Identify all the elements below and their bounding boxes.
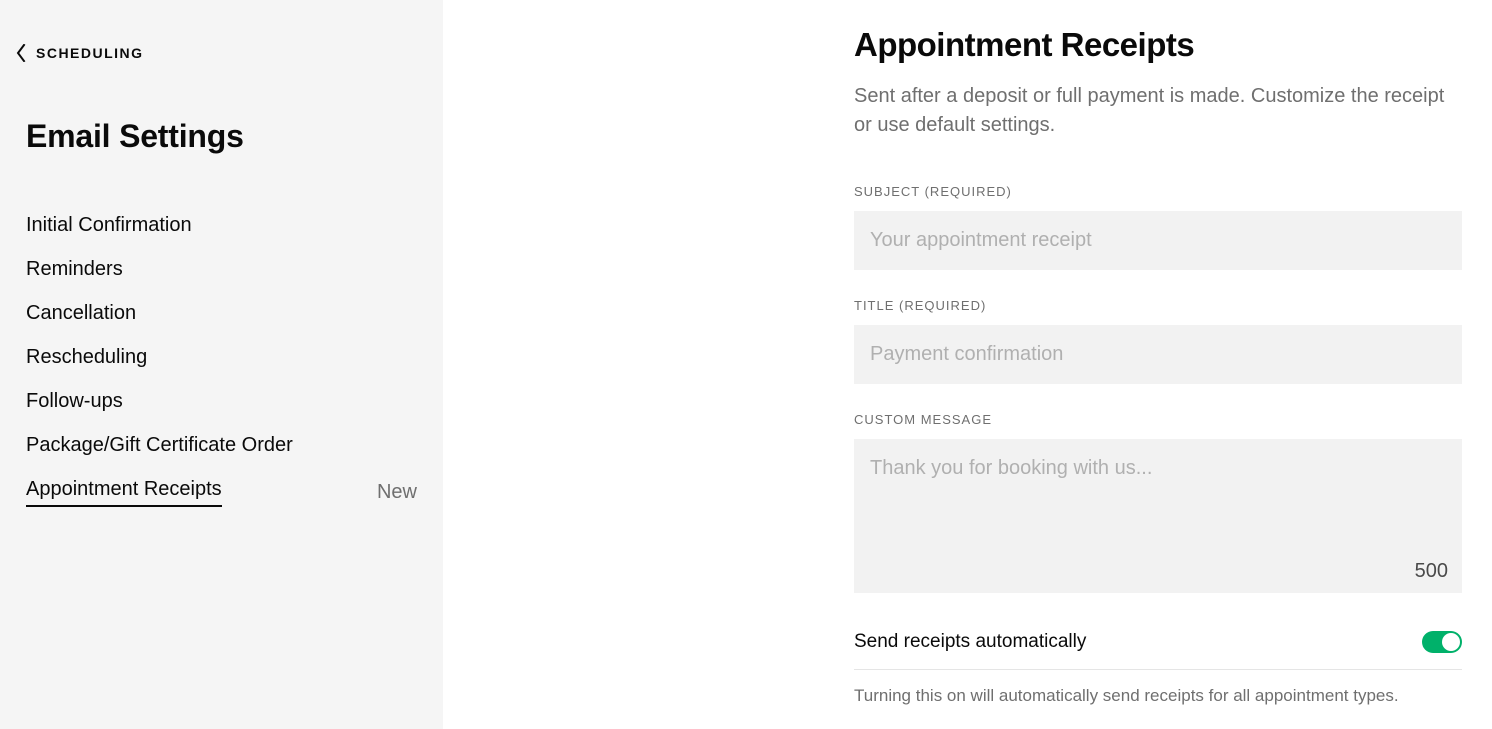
toggle-label: Send receipts automatically: [854, 631, 1086, 653]
subject-field-group: SUBJECT (REQUIRED): [854, 184, 1462, 270]
subject-input[interactable]: [854, 211, 1462, 270]
nav-item-label: Cancellation: [26, 302, 136, 325]
back-to-scheduling-link[interactable]: SCHEDULING: [0, 44, 443, 62]
appointment-receipts-panel: Appointment Receipts Sent after a deposi…: [854, 26, 1462, 729]
nav-item-initial-confirmation[interactable]: Initial Confirmation: [26, 203, 417, 247]
send-automatically-toggle[interactable]: [1422, 631, 1462, 653]
back-label: SCHEDULING: [36, 45, 144, 61]
toggle-helper-text: Turning this on will automatically send …: [854, 686, 1462, 706]
char-count: 500: [1415, 560, 1448, 583]
page-title: Appointment Receipts: [854, 26, 1462, 64]
custom-message-textarea[interactable]: [854, 439, 1462, 593]
nav-item-label: Appointment Receipts: [26, 478, 222, 500]
sidebar-title: Email Settings: [0, 118, 443, 155]
title-label: TITLE (REQUIRED): [854, 298, 1462, 313]
nav-item-label: Initial Confirmation: [26, 214, 192, 237]
toggle-knob: [1442, 633, 1460, 651]
custom-message-label: CUSTOM MESSAGE: [854, 412, 1462, 427]
nav-item-label: Package/Gift Certificate Order: [26, 434, 293, 457]
nav-item-rescheduling[interactable]: Rescheduling: [26, 335, 417, 379]
page-description: Sent after a deposit or full payment is …: [854, 82, 1462, 140]
custom-message-field-group: CUSTOM MESSAGE 500: [854, 412, 1462, 593]
chevron-left-icon: [16, 44, 26, 62]
nav-item-follow-ups[interactable]: Follow-ups: [26, 379, 417, 423]
title-input[interactable]: [854, 325, 1462, 384]
nav-item-label: Follow-ups: [26, 390, 123, 413]
settings-sidebar: SCHEDULING Email Settings Initial Confir…: [0, 0, 443, 729]
nav-item-label: Rescheduling: [26, 346, 147, 369]
nav-item-reminders[interactable]: Reminders: [26, 247, 417, 291]
subject-label: SUBJECT (REQUIRED): [854, 184, 1462, 199]
nav-item-label: Reminders: [26, 258, 123, 281]
send-automatically-row: Send receipts automatically: [854, 621, 1462, 670]
nav-item-cancellation[interactable]: Cancellation: [26, 291, 417, 335]
nav-item-badge: New: [377, 481, 417, 504]
nav-item-appointment-receipts[interactable]: Appointment Receipts New: [26, 467, 417, 517]
email-settings-nav: Initial Confirmation Reminders Cancellat…: [0, 203, 443, 517]
nav-item-package-gift-order[interactable]: Package/Gift Certificate Order: [26, 423, 417, 467]
main-content: Appointment Receipts Sent after a deposi…: [443, 0, 1492, 729]
title-field-group: TITLE (REQUIRED): [854, 298, 1462, 384]
